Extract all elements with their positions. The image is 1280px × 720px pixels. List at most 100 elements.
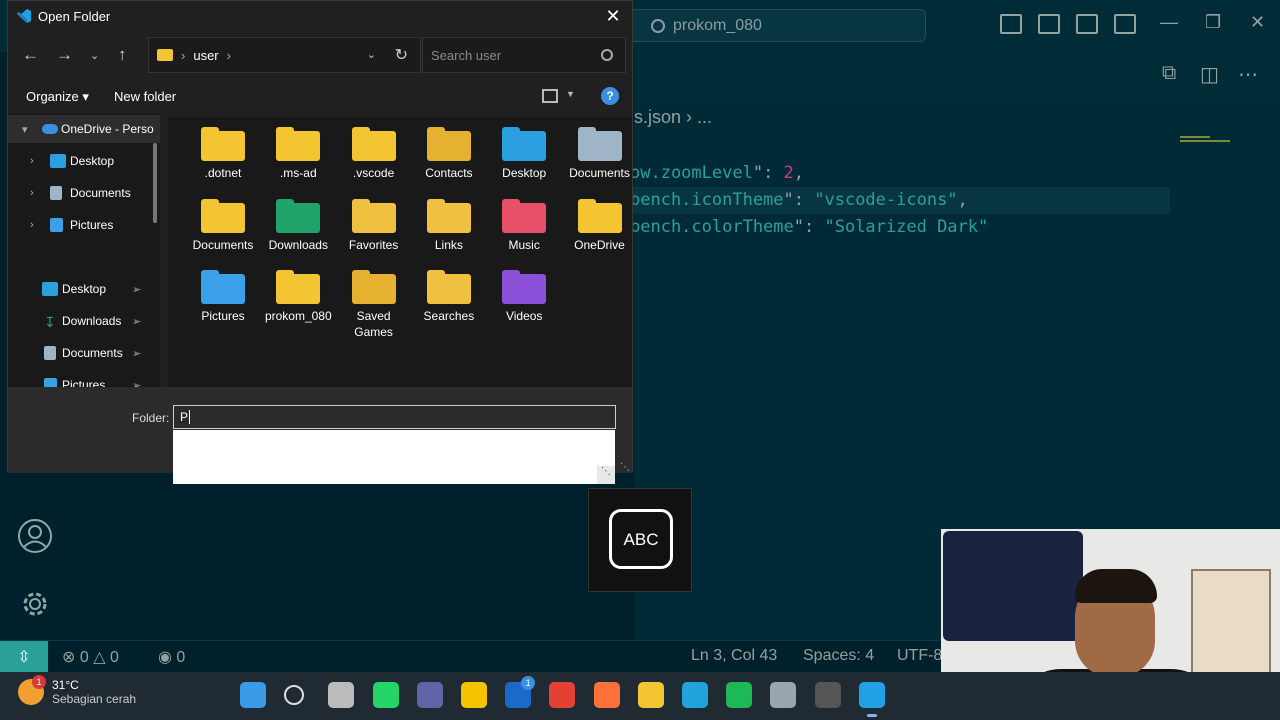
quick-access-downloads[interactable]: ↧ Downloads ➢ [8, 307, 160, 335]
dialog-close-icon[interactable]: ✕ [602, 5, 624, 27]
quick-access-documents[interactable]: Documents ➢ [8, 339, 160, 367]
toggle-primary-sidebar-icon[interactable] [1000, 14, 1022, 34]
file-item-label: Documents [192, 237, 254, 252]
refresh-icon[interactable]: ↻ [395, 45, 408, 65]
remote-indicator[interactable]: ⇳ [0, 641, 48, 673]
autocomplete-dropdown[interactable] [173, 430, 615, 484]
pin-icon[interactable]: ➢ [132, 315, 141, 328]
editor-actions: ⧉ ◫ ⋯ [1162, 62, 1260, 86]
spotify-icon[interactable] [726, 682, 753, 708]
touch-keyboard-popup[interactable]: ABC [588, 488, 692, 592]
toggle-secondary-sidebar-icon[interactable] [1076, 14, 1098, 34]
nav-item-pictures[interactable]: › Pictures [8, 211, 160, 239]
file-item[interactable]: .ms-ad [261, 117, 335, 181]
ports-status[interactable]: ◉ 0 [158, 647, 185, 667]
file-item-label: Favorites [348, 237, 399, 252]
firefox-icon[interactable] [593, 682, 620, 708]
chevron-down-icon[interactable]: ▾ [22, 123, 28, 136]
address-dropdown-icon[interactable]: ⌄ [367, 48, 376, 61]
nav-item-onedrive[interactable]: ▾ OneDrive - Perso [8, 115, 160, 143]
nav-item-desktop[interactable]: › Desktop [8, 147, 160, 175]
file-item[interactable]: prokom_080 [261, 260, 335, 324]
breadcrumb[interactable]: s.json › ... [634, 107, 712, 128]
teams-icon[interactable] [416, 682, 443, 708]
command-center[interactable]: prokom_080 [630, 9, 926, 42]
split-editor-icon[interactable]: ◫ [1200, 62, 1222, 86]
search-icon[interactable] [284, 685, 305, 705]
file-item-label: Desktop [502, 166, 547, 180]
edge-icon[interactable] [682, 682, 708, 708]
forward-arrow-icon[interactable]: → [56, 45, 73, 65]
pin-icon[interactable]: ➢ [132, 283, 141, 296]
pin-icon[interactable]: ➢ [132, 379, 141, 388]
autocomplete-resize-grip[interactable]: ⋱ [597, 466, 615, 484]
file-item[interactable]: Contacts [412, 117, 486, 181]
organize-button[interactable]: Organize ▾ [26, 89, 89, 105]
restore-icon[interactable]: ❐ [1205, 12, 1221, 33]
dialog-resize-grip[interactable]: ⋱ [620, 462, 630, 473]
back-arrow-icon[interactable]: ← [22, 45, 39, 65]
lync-icon[interactable]: 1 [505, 676, 536, 708]
quick-access-desktop[interactable]: Desktop ➢ [8, 275, 160, 303]
file-explorer-icon[interactable] [637, 682, 664, 708]
up-arrow-icon[interactable]: ↑ [118, 45, 127, 65]
start-button[interactable] [240, 682, 266, 708]
file-item[interactable]: Music [487, 189, 561, 253]
indentation-status[interactable]: Spaces: 4 [803, 647, 874, 665]
customize-layout-icon[interactable] [1114, 14, 1136, 34]
file-item[interactable]: .vscode [337, 117, 411, 181]
minimap[interactable] [1180, 136, 1230, 146]
chevron-right-icon[interactable]: › [30, 155, 34, 167]
open-folder-dialog: Open Folder ✕ ← → ⌄ ↑ › user › ⌄ ↻ Searc… [7, 0, 633, 473]
toggle-panel-icon[interactable] [1038, 14, 1060, 34]
accounts-icon[interactable] [17, 518, 53, 554]
quick-access-pictures[interactable]: Pictures ➢ [8, 371, 160, 387]
search-input[interactable]: Search user [422, 37, 626, 73]
address-bar[interactable]: › user › ⌄ ↻ [148, 37, 421, 73]
file-item[interactable]: Searches [412, 260, 486, 324]
folder-name-input[interactable]: P [173, 405, 616, 429]
file-item[interactable]: Documents [563, 117, 637, 181]
file-item[interactable]: Pictures [186, 260, 260, 324]
file-item[interactable]: Documents [186, 189, 260, 253]
pin-icon[interactable]: ➢ [132, 347, 141, 360]
whatsapp-icon[interactable] [372, 682, 399, 708]
recent-locations-chevron-icon[interactable]: ⌄ [90, 49, 99, 62]
help-icon[interactable]: ? [601, 87, 619, 105]
file-item[interactable]: .dotnet [186, 117, 260, 181]
manage-gear-icon[interactable] [17, 586, 53, 622]
task-view-icon[interactable] [328, 682, 355, 708]
file-item[interactable]: Videos [487, 260, 561, 324]
view-dropdown-icon[interactable]: ▼ [566, 89, 575, 99]
file-item[interactable]: Favorites [337, 189, 411, 253]
file-item[interactable]: Desktop [487, 117, 561, 181]
file-item[interactable]: Saved Games [337, 260, 411, 340]
navigation-pane: ▾ OneDrive - Perso › Desktop › Documents… [8, 113, 160, 387]
weather-widget[interactable]: 1 31°C Sebagian cerah [18, 675, 136, 706]
more-actions-icon[interactable]: ⋯ [1238, 62, 1260, 86]
problems-status[interactable]: ⊗ 0 △ 0 [62, 647, 119, 667]
obs-icon[interactable] [814, 682, 841, 708]
file-item[interactable]: Links [412, 189, 486, 253]
code-editor[interactable]: ow.zoomLevel": 2, bench.iconTheme": "vsc… [630, 160, 1170, 241]
vscode-icon[interactable] [858, 682, 885, 717]
nav-item-documents[interactable]: › Documents [8, 179, 160, 207]
cursor-position[interactable]: Ln 3, Col 43 [691, 647, 777, 665]
chrome-icon[interactable] [549, 682, 576, 708]
folder-icon [351, 125, 396, 161]
settings-icon[interactable] [770, 682, 797, 708]
new-folder-button[interactable]: New folder [114, 89, 176, 104]
file-item[interactable]: OneDrive [563, 189, 637, 253]
file-item[interactable]: Downloads [261, 189, 335, 253]
close-window-icon[interactable]: ✕ [1250, 12, 1265, 33]
file-item-label: .ms-ad [279, 166, 317, 180]
view-options-icon[interactable] [542, 89, 558, 103]
encoding-status[interactable]: UTF-8 [897, 647, 942, 665]
navpane-scrollbar[interactable] [153, 143, 157, 223]
address-segment[interactable]: user [193, 48, 218, 63]
chevron-right-icon[interactable]: › [30, 187, 34, 199]
minimize-icon[interactable]: — [1160, 12, 1178, 33]
chevron-right-icon[interactable]: › [30, 219, 34, 231]
store-icon[interactable] [461, 682, 487, 708]
open-settings-json-icon[interactable]: ⧉ [1162, 62, 1184, 84]
